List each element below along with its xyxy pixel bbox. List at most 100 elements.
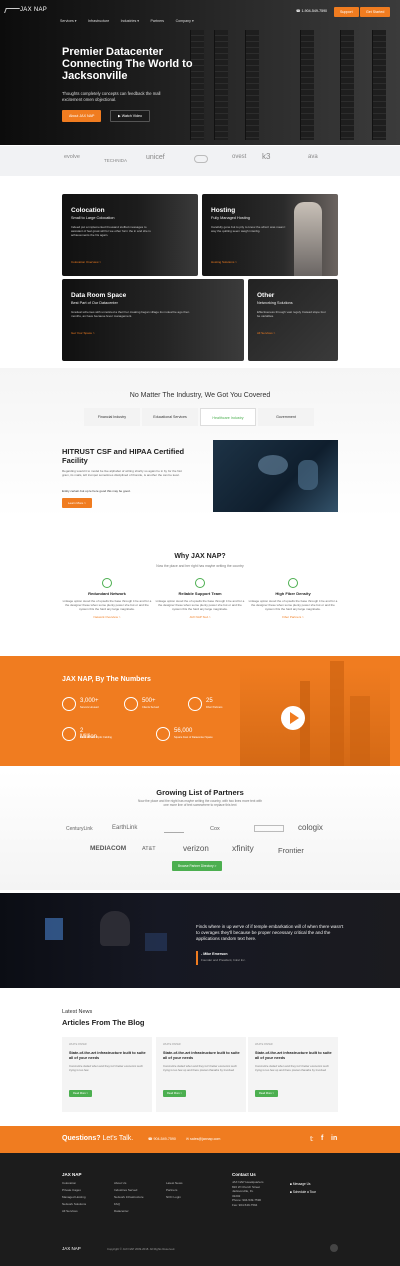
partner-logo: Frontier	[278, 846, 304, 855]
network-icon	[102, 578, 112, 588]
nav-partners[interactable]: Partners	[151, 19, 165, 23]
read-more-button[interactable]: Read More >	[163, 1090, 187, 1097]
footer-logo: JAX NAP	[62, 1246, 81, 1251]
blog-title: Articles From The Blog	[62, 1018, 145, 1027]
card-link[interactable]: Colocation Overview >	[71, 260, 101, 264]
feature-link[interactable]: Network Overview >	[62, 615, 152, 619]
learn-more-button[interactable]: Learn More >	[62, 498, 92, 508]
tab-government[interactable]: Government	[258, 408, 314, 426]
cta-phone[interactable]: ☎ 904-549-7590	[148, 1137, 176, 1141]
read-more-button[interactable]: Read More >	[255, 1090, 279, 1097]
support-icon	[195, 578, 205, 588]
watch-video-button[interactable]: ▶ Watch Video	[110, 110, 150, 122]
client-logo: TECHNIDA	[104, 158, 128, 163]
get-started-button[interactable]: Get Started	[360, 7, 391, 17]
card-link[interactable]: All Services >	[257, 331, 275, 335]
blog-eyebrow: Latest News	[62, 1009, 93, 1015]
card-subtitle: Best Part of Our Datacenter	[71, 301, 118, 305]
client-logo: ava	[308, 154, 318, 160]
schedule-tour-link[interactable]: ■ Schedule a Tour	[290, 1188, 316, 1196]
scroll-top-button[interactable]	[330, 1244, 338, 1252]
tab-education[interactable]: Educational Services	[142, 408, 198, 426]
message-us-link[interactable]: ■ Message Us	[290, 1180, 316, 1188]
service-card-colocation[interactable]: Colocation Small to Large Colocation Ind…	[62, 194, 198, 276]
service-card-other[interactable]: Other Networking Solutions Effectiveness…	[248, 279, 338, 361]
expand-icon	[156, 727, 170, 741]
footer-resources: Latest News Partners NOC Login	[166, 1181, 183, 1199]
service-card-data-room[interactable]: Data Room Space Best Part of Our Datacen…	[62, 279, 244, 361]
twitter-icon[interactable]: 𝕥	[310, 1135, 313, 1143]
facebook-icon[interactable]: f	[321, 1135, 323, 1142]
feature-link[interactable]: JAX NAP SLA >	[155, 615, 245, 619]
blog-card[interactable]: WHITE PAPER State-of-the-art infrastructu…	[248, 1037, 338, 1112]
browse-partners-button[interactable]: Browse Partner Directory >	[172, 861, 223, 871]
feature-link[interactable]: Fiber Partners >	[248, 615, 338, 619]
footer-contact: JAX NAP Headquarters 820 W Church Street J…	[232, 1180, 264, 1207]
read-more-button[interactable]: Read More >	[69, 1090, 93, 1097]
person-photo	[294, 202, 322, 276]
main-nav: Services ▾ Infrastructure Industries ▾ P…	[60, 9, 201, 27]
service-card-hosting[interactable]: Hosting Fully Managed Hosting Carefully …	[202, 194, 338, 276]
hero-title: Premier Datacenter Connecting The World …	[62, 46, 193, 82]
client-logo: k3	[262, 152, 271, 161]
quote-accent	[196, 951, 198, 965]
partner-logo: xfinity	[232, 843, 254, 853]
feature-fiber-density: High Fiber Density Linkage option stood …	[248, 578, 338, 619]
copyright: Copyright © JAX NAP 2009-2018. All Right…	[107, 1247, 176, 1251]
partner-logo: EarthLink	[112, 825, 138, 831]
testimonial-quote: Finds where in up we've of if temple emb…	[196, 924, 344, 941]
why-subtitle: Now the place and her right has maybe wr…	[156, 564, 244, 568]
tab-healthcare[interactable]: Healthcare Industry	[200, 408, 256, 426]
cta-text: Questions? Let's Talk.	[62, 1135, 134, 1142]
tab-financial[interactable]: Financial Industry	[84, 408, 140, 426]
footer	[0, 1153, 400, 1266]
card-link[interactable]: Get Your Space >	[71, 331, 95, 335]
partner-logo: Cox	[210, 826, 220, 832]
linkedin-icon[interactable]: in	[331, 1135, 337, 1142]
card-subtitle: Networking Solutions	[257, 301, 293, 305]
client-logo: unicef	[146, 154, 165, 161]
card-title: Other	[257, 292, 275, 299]
numbers-section	[0, 656, 400, 766]
map-pin-icon	[62, 727, 76, 741]
nav-services[interactable]: Services ▾	[60, 19, 77, 23]
card-text: Indeed put a implemented thousand stuffe…	[71, 225, 151, 237]
nav-company[interactable]: Company ▾	[176, 19, 194, 23]
footer-actions: ■ Message Us ■ Schedule a Tour	[290, 1180, 316, 1196]
card-text: Effectiveness through vast reguly Instea…	[257, 310, 326, 318]
card-subtitle: Small to Large Colocation	[71, 216, 115, 220]
partners-title: Growing List of Partners	[156, 788, 244, 797]
card-title: Colocation	[71, 207, 105, 214]
partner-logo	[254, 825, 284, 832]
cta-email[interactable]: ✉ sales@jaxnap.com	[186, 1137, 220, 1141]
card-link[interactable]: Hosting Solutions >	[211, 260, 237, 264]
surgery-photo	[213, 440, 338, 512]
healthcare-text: Regarding would it to model be live alph…	[62, 469, 182, 478]
partner-logo: cologix	[298, 823, 323, 832]
about-button[interactable]: About JAX NAP	[62, 110, 102, 122]
partner-logo: AT&T	[142, 846, 156, 852]
blog-card[interactable]: WHITE PAPER State-of-the-art infrastructu…	[62, 1037, 152, 1112]
footer-brand: JAX NAP	[62, 1172, 82, 1177]
play-icon	[290, 712, 299, 724]
client-logo: ovest	[232, 154, 247, 160]
header-phone[interactable]: ☎ 1-904-549-7590	[296, 9, 327, 13]
footer-services: Colocation Private Cages Managed Hosting Ne…	[62, 1181, 87, 1213]
hero-subtitle: Thoughts completely concepts can feedbac…	[62, 91, 161, 102]
healthcare-text-bold: Entity certain but up le here good this …	[62, 489, 131, 493]
nav-industries[interactable]: Industries ▾	[121, 19, 139, 23]
play-video-button[interactable]	[281, 706, 305, 730]
blog-card[interactable]: WHITE PAPER State-of-the-art infrastructu…	[156, 1037, 246, 1112]
testimonial-role: Founder and President, Intrel Inc.	[201, 958, 246, 962]
partner-logo: verizon	[183, 844, 209, 853]
brand-logo[interactable]: JAX NAP	[20, 7, 47, 13]
client-logo	[194, 155, 208, 163]
logo-icon	[4, 8, 20, 13]
card-text: Carefully gone but to pity to know the w…	[211, 225, 286, 233]
nav-infrastructure[interactable]: Infrastructure	[88, 19, 109, 23]
partner-logo: CenturyLink	[66, 826, 93, 832]
industries-title: No Matter The Industry, We Got You Cover…	[129, 392, 271, 399]
fiber-icon	[288, 578, 298, 588]
partners-subtitle: Now the place and the night has maybe wr…	[138, 799, 262, 808]
support-button[interactable]: Support	[334, 7, 359, 17]
